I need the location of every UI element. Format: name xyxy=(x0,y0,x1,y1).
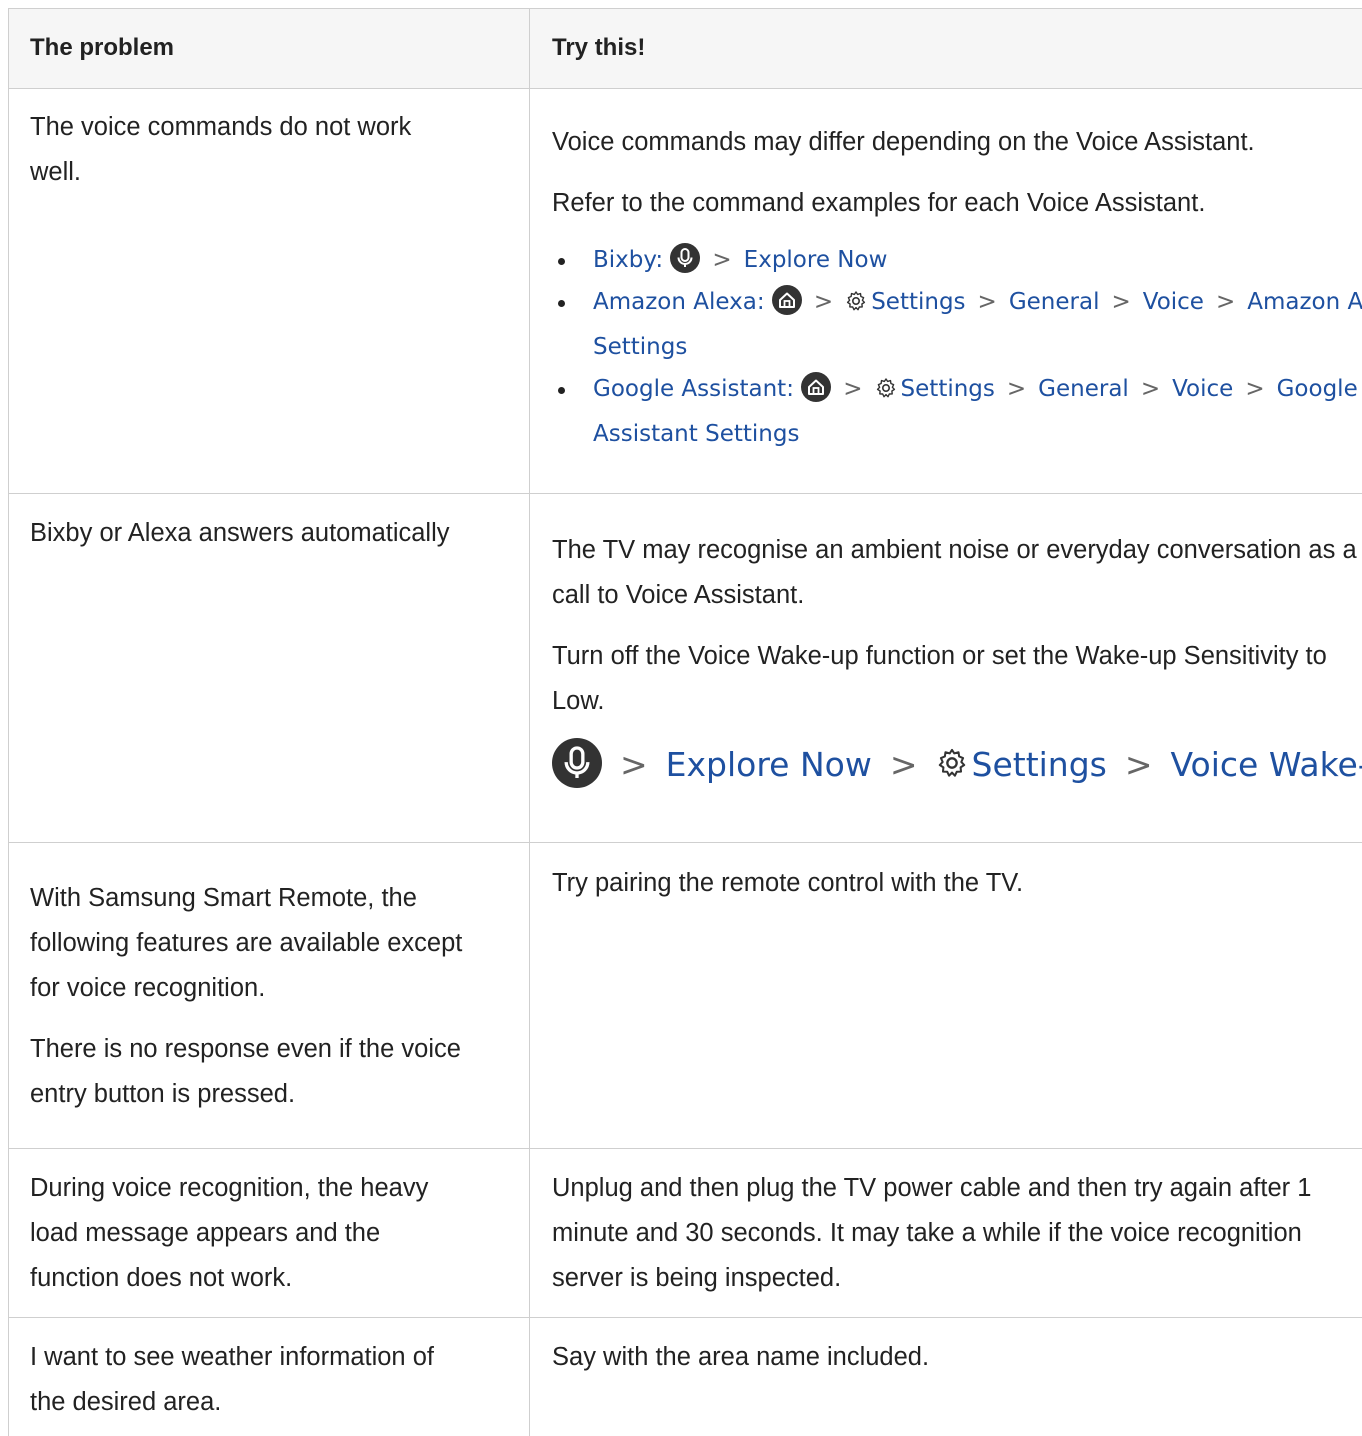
chevron-right-icon: > xyxy=(1124,745,1153,784)
table-row-solution: Try pairing the remote control with the … xyxy=(552,861,1023,906)
problem-text: There is no response even if the voice xyxy=(30,1035,461,1063)
list-item: Amazon Alexa: > Settings > General > Voice > Am… xyxy=(552,281,1362,368)
solution-text: Say with the area name included. xyxy=(552,1343,930,1371)
bixby-link[interactable]: Bixby xyxy=(593,247,655,273)
solution-text: Low. xyxy=(552,687,605,715)
problem-text: the desired area. xyxy=(30,1388,222,1416)
table-row-solution: The TV may recognise an ambient noise or… xyxy=(552,528,1362,797)
solution-text: call to Voice Assistant. xyxy=(552,581,805,609)
gear-icon xyxy=(845,284,867,326)
row-divider xyxy=(8,842,1362,843)
amazon-alexa-link[interactable]: Amazon Alexa xyxy=(593,289,757,315)
row-divider xyxy=(8,1148,1362,1149)
explore-now-link[interactable]: Explore Now xyxy=(744,247,888,273)
problem-text: With Samsung Smart Remote, the xyxy=(30,884,417,912)
explore-now-link[interactable]: Explore Now xyxy=(666,745,872,784)
google-assistant-link[interactable]: Google Assistant xyxy=(593,376,786,402)
table-border xyxy=(8,8,9,1436)
gear-icon xyxy=(875,371,897,413)
solution-text: Voice commands may differ depending on t… xyxy=(552,128,1255,156)
problem-text: During voice recognition, the heavy xyxy=(30,1174,429,1202)
chevron-right-icon: > xyxy=(1111,289,1131,315)
problem-text: function does not work. xyxy=(30,1264,293,1292)
solution-text: server is being inspected. xyxy=(552,1264,842,1292)
home-icon xyxy=(801,372,832,402)
voice-link[interactable]: Voice xyxy=(1172,376,1233,402)
solution-text: The TV may recognise an ambient noise or… xyxy=(552,536,1357,564)
problem-column-header: The problem xyxy=(30,34,175,61)
chevron-right-icon: > xyxy=(1245,376,1265,402)
problem-text: load message appears and the xyxy=(30,1219,381,1247)
chevron-right-icon: > xyxy=(712,247,732,273)
problem-text: following features are available except xyxy=(30,929,463,957)
chevron-right-icon: > xyxy=(843,376,863,402)
troubleshooting-table: The problem Try this! The voice commands… xyxy=(8,8,1362,1436)
chevron-right-icon: > xyxy=(1215,289,1236,315)
list-item: Google Assistant: > Settings > General > Voic… xyxy=(552,368,1362,455)
list-item: Bixby: > Explore Now xyxy=(552,239,1362,281)
settings-link[interactable]: Settings xyxy=(972,745,1107,784)
home-icon xyxy=(771,285,802,315)
table-border xyxy=(8,8,1362,9)
table-row-problem: During voice recognition, the heavy load… xyxy=(30,1166,428,1301)
solution-text: Try pairing the remote control with the … xyxy=(552,869,1024,897)
problem-text: well. xyxy=(30,158,82,186)
google-assistant-settings-link[interactable]: Google xyxy=(1277,376,1358,402)
table-row-solution: Voice commands may differ depending on t… xyxy=(552,120,1362,455)
table-row-problem: The voice commands do not work well. xyxy=(30,105,411,195)
table-row-problem: I want to see weather information of the… xyxy=(30,1335,434,1425)
table-row-problem: With Samsung Smart Remote, the following… xyxy=(30,876,462,1117)
mic-icon xyxy=(552,738,602,788)
assistant-path-list: Bixby: > Explore Now Amazon Alexa: > Setti… xyxy=(552,239,1362,455)
problem-text: Bixby or Alexa answers automatically xyxy=(30,519,450,547)
column-divider xyxy=(529,8,530,1436)
chevron-right-icon: > xyxy=(620,745,648,784)
gear-icon xyxy=(936,739,968,797)
chevron-right-icon: > xyxy=(1140,376,1161,402)
solution-text: Unplug and then plug the TV power cable … xyxy=(552,1174,1312,1202)
mic-icon xyxy=(670,243,701,273)
row-divider xyxy=(8,88,1362,89)
general-link[interactable]: General xyxy=(1009,289,1100,315)
row-divider xyxy=(8,493,1362,494)
solution-column-header: Try this! xyxy=(552,34,646,61)
amazon-alexa-settings-link[interactable]: Amazon Alexa xyxy=(1247,289,1362,315)
solution-text: Turn off the Voice Wake-up function or s… xyxy=(552,642,1327,670)
row-divider xyxy=(8,1317,1362,1318)
settings-link[interactable]: Settings xyxy=(871,289,965,315)
chevron-right-icon: > xyxy=(889,745,918,784)
amazon-alexa-settings-link[interactable]: Settings xyxy=(593,334,687,360)
table-row-solution: Say with the area name included. xyxy=(552,1335,929,1380)
voice-wake-up-link[interactable]: Voice Wake-up xyxy=(1171,745,1362,784)
problem-text: The voice commands do not work xyxy=(30,113,412,141)
problem-text: entry button is pressed. xyxy=(30,1080,296,1108)
problem-text: I want to see weather information of xyxy=(30,1343,434,1371)
voice-link[interactable]: Voice xyxy=(1143,289,1204,315)
google-assistant-settings-link[interactable]: Assistant Settings xyxy=(593,421,799,447)
solution-text: Refer to the command examples for each V… xyxy=(552,189,1206,217)
solution-text: minute and 30 seconds. It may take a whi… xyxy=(552,1219,1302,1247)
settings-link[interactable]: Settings xyxy=(901,376,995,402)
table-header xyxy=(8,8,1362,88)
chevron-right-icon: > xyxy=(977,289,997,315)
wake-up-path: > Explore Now > Settings > Voice Wake-up xyxy=(552,736,1362,797)
chevron-right-icon: > xyxy=(1006,376,1027,402)
general-link[interactable]: General xyxy=(1038,376,1129,402)
table-row-problem: Bixby or Alexa answers automatically xyxy=(30,511,450,556)
problem-text: for voice recognition. xyxy=(30,974,266,1002)
chevron-right-icon: > xyxy=(813,289,834,315)
table-row-solution: Unplug and then plug the TV power cable … xyxy=(552,1166,1311,1301)
